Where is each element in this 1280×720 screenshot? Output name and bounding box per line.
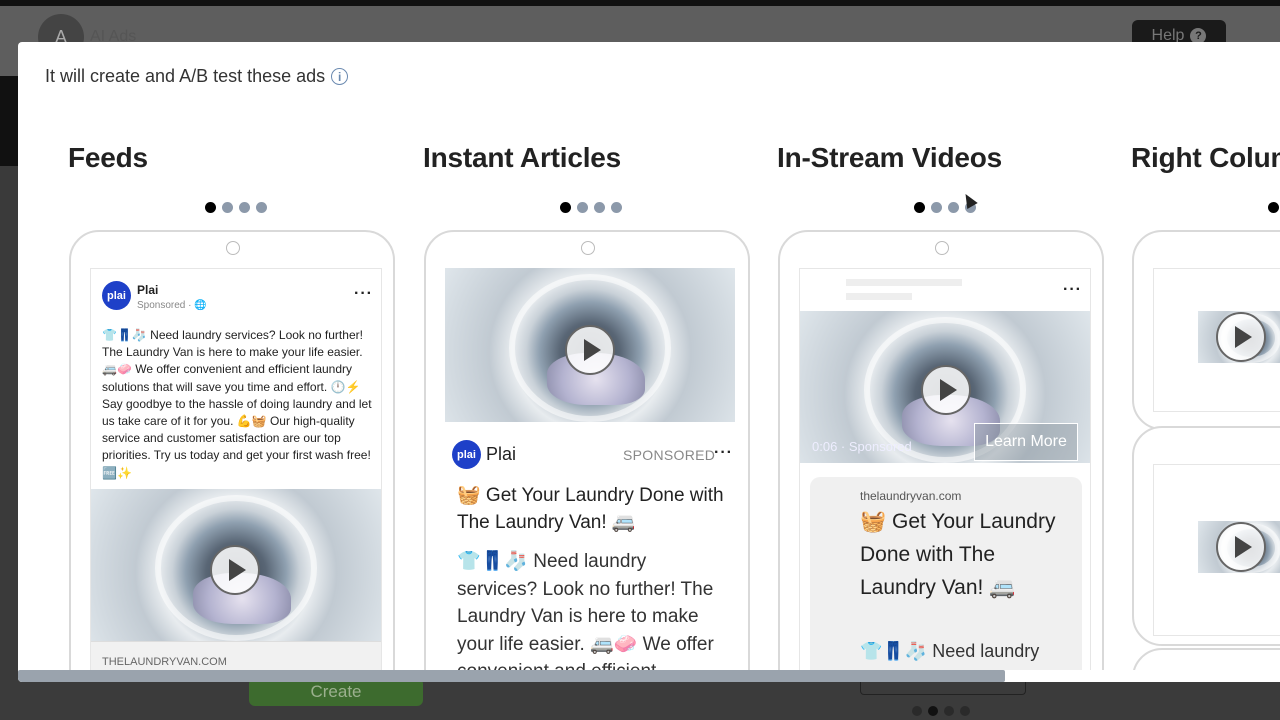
- right-column-ad-preview[interactable]: [1153, 464, 1280, 636]
- phone-camera: [581, 241, 595, 255]
- sponsored-label: Sponsored · 🌐: [137, 300, 207, 311]
- play-icon[interactable]: [210, 545, 260, 595]
- ad-video[interactable]: [1198, 521, 1280, 573]
- carousel-dots-right-column: [1268, 202, 1279, 213]
- carousel-dot-active[interactable]: [205, 202, 216, 213]
- sponsored-label: SPONSORED: [623, 447, 716, 463]
- phone-mockup-right-column-1: [1132, 230, 1280, 430]
- plai-logo: plai: [452, 440, 481, 469]
- advertiser-name: Plai: [137, 283, 159, 297]
- more-options-icon[interactable]: ···: [354, 285, 373, 303]
- carousel-dots-feeds: [205, 202, 267, 213]
- ad-video[interactable]: [1198, 311, 1280, 363]
- phone-mockup-instant-articles: plai Plai SPONSORED ··· 🧺 Get Your Laund…: [424, 230, 750, 682]
- modal-heading: It will create and A/B test these ads: [45, 66, 326, 86]
- section-title-instant-articles: Instant Articles: [423, 142, 622, 173]
- more-options-icon[interactable]: ···: [1063, 281, 1082, 299]
- ad-body-text: 👕👖🧦 Need laundry services? Look no furth…: [102, 328, 372, 480]
- learn-more-button[interactable]: Learn More: [974, 423, 1078, 461]
- carousel-dot-active[interactable]: [1268, 202, 1279, 213]
- topbar-edge: [0, 0, 1280, 6]
- carousel-dot[interactable]: [239, 202, 250, 213]
- ad-headline: 🧺 Get Your Laundry Done with The Laundry…: [457, 485, 724, 533]
- section-title-right-column: Right Column: [1131, 142, 1280, 173]
- ad-body-text: 👕👖🧦 Need laundry services? Look no furth…: [457, 551, 714, 682]
- ad-link-card[interactable]: thelaundryvan.com 🧺 Get Your Laundry Don…: [810, 477, 1082, 682]
- ad-body-text: 👕👖🧦 Need laundry: [860, 641, 1040, 661]
- advertiser-name: Plai: [486, 444, 517, 464]
- ad-preview-modal: It will create and A/B test these ads i …: [18, 42, 1280, 682]
- feed-ad-preview[interactable]: plai Plai Sponsored · 🌐 ··· 👕👖🧦 Need lau…: [90, 268, 382, 682]
- play-icon[interactable]: [1216, 522, 1266, 572]
- more-options-icon[interactable]: ···: [714, 444, 733, 462]
- phone-camera: [935, 241, 949, 255]
- create-button[interactable]: Create: [249, 678, 423, 706]
- bottom-carousel-dots: [912, 706, 970, 716]
- carousel-dot-active[interactable]: [560, 202, 571, 213]
- instant-article-ad-preview[interactable]: plai Plai SPONSORED ··· 🧺 Get Your Laund…: [445, 268, 735, 682]
- carousel-dot-active[interactable]: [928, 706, 938, 716]
- section-feeds: Feeds: [68, 142, 398, 174]
- play-icon[interactable]: [1216, 312, 1266, 362]
- phone-mockup-right-column-2: [1132, 426, 1280, 646]
- ad-video[interactable]: [445, 268, 735, 422]
- play-icon[interactable]: [921, 365, 971, 415]
- section-instant-articles: Instant Articles: [423, 142, 753, 174]
- play-icon[interactable]: [565, 325, 615, 375]
- phone-camera: [226, 241, 240, 255]
- scrollbar-thumb[interactable]: [18, 670, 1005, 682]
- ad-headline: 🧺 Get Your Laundry Done with The Laundry…: [860, 510, 1056, 599]
- app-bottom-bar: [0, 680, 1280, 720]
- sidebar-edge: [0, 76, 18, 166]
- carousel-dot[interactable]: [912, 706, 922, 716]
- carousel-dot[interactable]: [222, 202, 233, 213]
- carousel-dot[interactable]: [948, 202, 959, 213]
- carousel-dot[interactable]: [611, 202, 622, 213]
- carousel-dot[interactable]: [256, 202, 267, 213]
- in-stream-ad-preview[interactable]: ··· 0:06 · Sponsored Learn More thelaund…: [799, 268, 1091, 682]
- phone-mockup-feeds: plai Plai Sponsored · 🌐 ··· 👕👖🧦 Need lau…: [69, 230, 395, 682]
- carousel-dot[interactable]: [960, 706, 970, 716]
- placeholder-line: [846, 279, 962, 286]
- right-column-ad-preview[interactable]: [1153, 268, 1280, 412]
- carousel-dot-active[interactable]: [914, 202, 925, 213]
- link-domain: thelaundryvan.com: [860, 489, 962, 503]
- video-timestamp: 0:06 · Sponsored: [812, 439, 912, 454]
- placeholder-line: [846, 293, 912, 300]
- link-domain: THELAUNDRYVAN.COM: [102, 656, 227, 668]
- plai-logo: plai: [102, 281, 131, 310]
- carousel-dot[interactable]: [594, 202, 605, 213]
- section-title-in-stream-videos: In-Stream Videos: [777, 142, 1003, 173]
- ad-video[interactable]: 0:06 · Sponsored Learn More: [800, 311, 1090, 463]
- section-right-column: Right Column: [1131, 142, 1280, 174]
- ad-video[interactable]: [91, 489, 381, 641]
- section-in-stream-videos: In-Stream Videos: [777, 142, 1107, 174]
- phone-mockup-in-stream-videos: ··· 0:06 · Sponsored Learn More thelaund…: [778, 230, 1104, 682]
- carousel-dots-instant-articles: [560, 202, 622, 213]
- modal-header: It will create and A/B test these ads i: [45, 66, 349, 87]
- section-title-feeds: Feeds: [68, 142, 148, 173]
- info-icon[interactable]: i: [331, 68, 349, 85]
- carousel-dot[interactable]: [931, 202, 942, 213]
- carousel-dot[interactable]: [944, 706, 954, 716]
- carousel-dot[interactable]: [577, 202, 588, 213]
